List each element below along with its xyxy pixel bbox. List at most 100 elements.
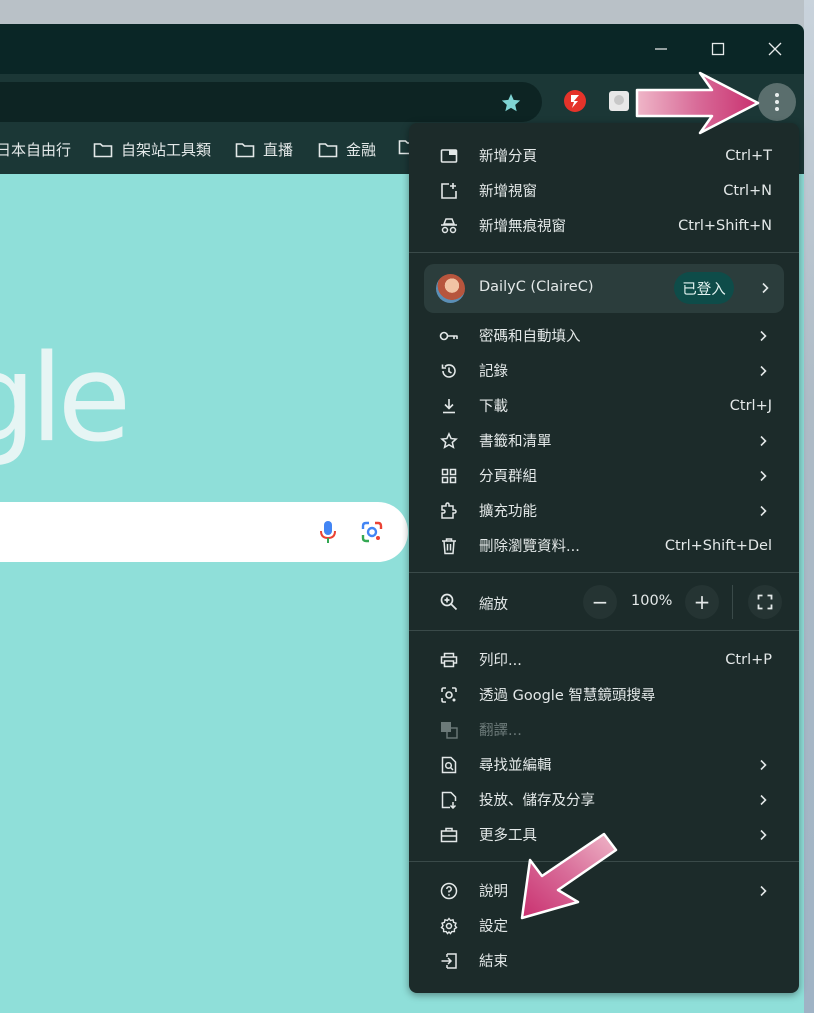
menu-item-find-edit[interactable]: 尋找並編輯 [409,747,799,782]
menu-item-shortcut: Ctrl+Shift+N [678,217,772,234]
zoom-out-button[interactable]: − [583,585,617,619]
menu-item-label: 設定 [479,919,508,935]
zoom-label: 縮放 [479,597,508,613]
menu-item-exit[interactable]: 結束 [409,943,799,978]
menu-item-new-tab[interactable]: 新增分頁 Ctrl+T [409,138,799,173]
bookmark-label: 日本自由行 [0,141,72,159]
bookmark-folder[interactable]: 自架站工具類 [93,139,211,160]
menu-item-label: 新增分頁 [479,149,537,165]
menu-item-label: 密碼和自動填入 [479,329,581,345]
zoom-level: 100% [631,593,673,609]
zoom-in-button[interactable]: + [685,585,719,619]
menu-item-extensions[interactable]: 擴充功能 [409,493,799,528]
annotation-arrow-right [635,71,760,135]
menu-item-label: 分頁群組 [479,469,537,485]
find-icon [439,755,459,775]
menu-item-shortcut: Ctrl+P [725,651,772,668]
chevron-right-icon [762,282,769,294]
annotation-arrow-down-left [520,832,618,920]
new-window-icon [439,181,459,201]
chrome-menu-button[interactable] [758,83,796,121]
menu-item-clear-browsing-data[interactable]: 刪除瀏覽資料... Ctrl+Shift+Del [409,528,799,563]
menu-item-passwords-autofill[interactable]: 密碼和自動填入 [409,318,799,353]
profile-name: DailyC (ClaireC) [479,279,594,295]
bookmark-label: 直播 [263,141,294,159]
star-outline-icon [439,431,459,451]
chevron-right-icon [760,885,767,896]
menu-item-shortcut: Ctrl+T [725,147,772,164]
chevron-right-icon [760,829,767,840]
menu-item-new-incognito-window[interactable]: 新增無痕視窗 Ctrl+Shift+N [409,208,799,243]
download-icon [439,396,459,416]
menu-item-shortcut: Ctrl+Shift+Del [664,537,772,554]
signed-in-badge: 已登入 [674,272,734,304]
bookmark-folder[interactable]: 金融 [318,139,376,160]
lens-search-icon [439,685,459,705]
menu-item-google-lens-search[interactable]: 透過 Google 智慧鏡頭搜尋 [409,677,799,712]
help-icon [439,881,459,901]
history-icon [439,361,459,381]
chevron-right-icon [760,435,767,446]
menu-item-label: 投放、儲存及分享 [479,793,595,809]
bookmark-folder[interactable]: 直播 [235,139,293,160]
google-search-box[interactable] [0,502,408,562]
minimize-icon [655,48,667,50]
google-logo: gle [0,330,131,469]
extension-icon-red[interactable] [563,89,587,113]
avatar [436,274,465,303]
menu-item-label: 翻譯... [479,723,522,739]
folder-icon [93,142,113,157]
grid-icon [439,466,459,486]
chevron-right-icon [760,505,767,516]
menu-item-shortcut: Ctrl+N [723,182,772,199]
menu-item-label: 新增視窗 [479,184,537,200]
extension-icon-light[interactable] [609,91,629,111]
chevron-right-icon [760,470,767,481]
profile-row[interactable]: DailyC (ClaireC) 已登入 [424,264,784,313]
menu-item-label: 書籤和清單 [479,434,552,450]
folder-icon [235,142,255,157]
chevron-right-icon [760,794,767,805]
close-window-button[interactable] [760,36,790,62]
minimize-button[interactable] [646,36,676,62]
google-lens-icon[interactable] [360,520,384,544]
microphone-icon[interactable] [318,520,338,544]
menu-divider [409,252,799,253]
zoom-divider [732,585,733,619]
trash-icon [439,536,459,556]
exit-icon [439,951,459,971]
bookmark-folder[interactable]: 日本自由行 [0,139,71,160]
menu-item-new-window[interactable]: 新增視窗 Ctrl+N [409,173,799,208]
menu-item-history[interactable]: 記錄 [409,353,799,388]
menu-item-shortcut: Ctrl+J [729,397,772,414]
key-icon [439,326,459,346]
menu-item-tab-groups[interactable]: 分頁群組 [409,458,799,493]
menu-item-label: 下載 [479,399,508,415]
address-bar[interactable] [0,82,542,122]
close-icon [768,42,782,56]
toolbox-icon [439,825,459,845]
settings-gear-icon [439,916,459,936]
menu-item-label: 說明 [479,884,508,900]
maximize-button[interactable] [703,36,733,62]
translate-icon [439,720,459,740]
maximize-icon [711,42,725,56]
menu-item-label: 新增無痕視窗 [479,219,566,235]
bookmark-label: 金融 [346,141,377,159]
menu-item-bookmarks-lists[interactable]: 書籤和清單 [409,423,799,458]
menu-item-downloads[interactable]: 下載 Ctrl+J [409,388,799,423]
fullscreen-button[interactable] [748,585,782,619]
three-dots-vertical-icon [775,93,779,111]
menu-item-label: 尋找並編輯 [479,758,552,774]
fullscreen-icon [757,594,773,610]
folder-icon [318,142,338,157]
title-bar [0,24,804,74]
menu-item-label: 擴充功能 [479,504,537,520]
bookmark-star-icon[interactable] [500,92,522,114]
print-icon [439,650,459,670]
menu-item-print[interactable]: 列印... Ctrl+P [409,642,799,677]
menu-divider [409,630,799,631]
zoom-icon [440,593,458,611]
menu-item-cast-save-share[interactable]: 投放、儲存及分享 [409,782,799,817]
menu-item-label: 列印... [479,653,522,669]
